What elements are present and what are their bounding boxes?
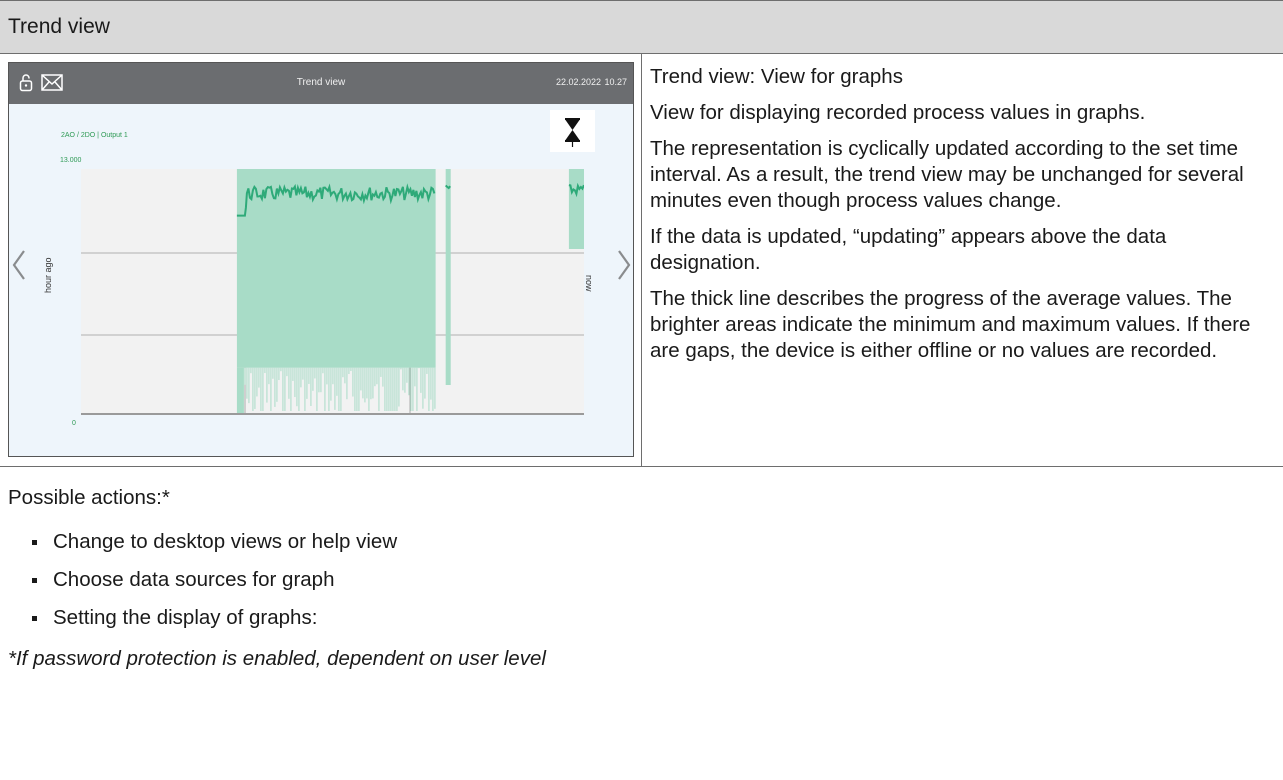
pause-button[interactable] xyxy=(550,110,595,152)
trend-chart xyxy=(81,169,584,415)
device-screenshot: Trend view 22.02.2022 10.27 2AO / 2DO | … xyxy=(8,62,634,457)
description-paragraph: The thick line describes the progress of… xyxy=(650,287,1251,362)
list-item: Choose data sources for graph xyxy=(32,568,397,606)
left-axis-label: hour ago xyxy=(43,257,53,293)
list-item: Setting the display of graphs: xyxy=(32,606,397,644)
y-max-label: 13.000 xyxy=(60,157,82,164)
description-panel: Trend view: View for graphs View for dis… xyxy=(650,64,1278,374)
device-title: Trend view xyxy=(296,77,346,88)
pause-hourglass-icon xyxy=(565,118,580,147)
chevron-left-icon[interactable] xyxy=(11,248,27,287)
row-divider xyxy=(0,466,1283,467)
min-max-band xyxy=(445,169,451,385)
y-min-label: 0 xyxy=(72,420,76,427)
min-max-band xyxy=(568,169,584,249)
description-paragraph: View for displaying recorded process val… xyxy=(650,101,1146,124)
device-header: Trend view 22.02.2022 10.27 xyxy=(9,63,633,104)
actions-title: Possible actions:* xyxy=(8,486,170,509)
description-paragraph: If the data is updated, “updating” appea… xyxy=(650,225,1167,274)
footnote: *If password protection is enabled, depe… xyxy=(8,647,546,670)
actions-list: Change to desktop views or help view Cho… xyxy=(32,530,397,644)
device-date: 22.02.2022 xyxy=(555,77,601,87)
device-time: 10.27 xyxy=(604,77,627,87)
min-max-band xyxy=(236,367,244,415)
table-header: Trend view xyxy=(0,0,1283,54)
series-label[interactable]: 2AO / 2DO | Output 1 xyxy=(61,132,128,139)
page-title: Trend view xyxy=(8,15,110,38)
column-divider xyxy=(641,54,642,466)
description-heading: Trend view: View for graphs xyxy=(650,65,903,88)
right-axis-label: now xyxy=(584,275,594,292)
chevron-right-icon[interactable] xyxy=(616,248,632,287)
list-item: Change to desktop views or help view xyxy=(32,530,397,568)
description-paragraph: The representation is cyclically updated… xyxy=(650,137,1244,212)
